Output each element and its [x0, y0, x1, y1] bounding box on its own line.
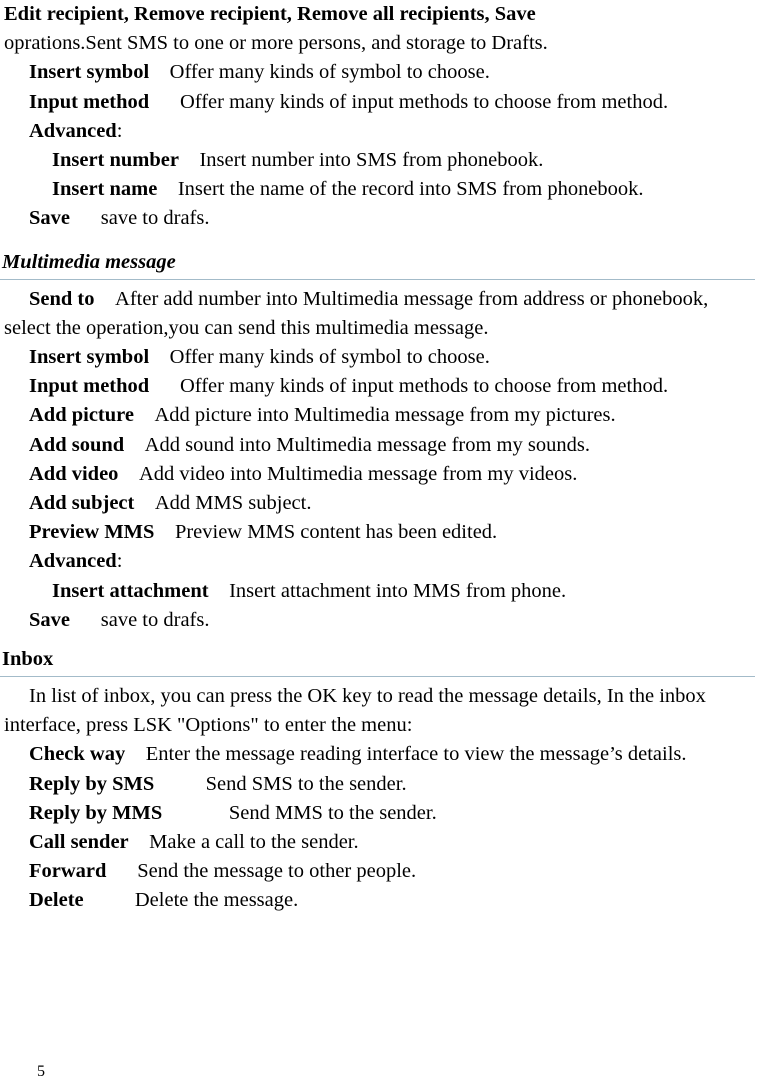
heading-inbox: Inbox: [2, 648, 54, 671]
desc-insert-attachment: Insert attachment into MMS from phone.: [229, 579, 567, 602]
desc-mms-insert-symbol: Offer many kinds of symbol to choose.: [169, 346, 490, 369]
desc-add-subject: Add MMS subject.: [154, 492, 312, 515]
mms-item-add-picture: Add picture Add picture into Multimedia m…: [4, 401, 748, 430]
term-input-method: Input method: [29, 90, 150, 113]
term-reply-by-sms: Reply by SMS: [29, 772, 155, 795]
sms-item-save: Save save to drafs.: [4, 204, 748, 233]
term-insert-number: Insert number: [52, 149, 179, 172]
term-call-sender: Call sender: [29, 831, 129, 854]
desc-add-video: Add video into Multimedia message from m…: [138, 462, 578, 485]
sms-item-input-method: Input method Offer many kinds of input me…: [4, 88, 748, 117]
desc-call-sender: Make a call to the sender.: [149, 831, 359, 854]
term-advanced: Advanced: [29, 119, 117, 142]
term-preview-mms: Preview MMS: [29, 521, 155, 544]
desc-reply-by-mms: Send MMS to the sender.: [228, 801, 437, 824]
term-forward: Forward: [29, 860, 107, 883]
inbox-intro-paragraph: In list of inbox, you can press the OK k…: [4, 685, 706, 737]
desc-delete: Delete the message.: [134, 889, 299, 912]
inbox-item-delete: Delete Delete the message.: [4, 886, 748, 915]
desc-mms-advanced: :: [116, 550, 123, 573]
term-add-sound: Add sound: [29, 433, 125, 456]
sms-item-insert-name: Insert name Insert the name of the record…: [4, 175, 748, 204]
spacer-before-inbox: [0, 635, 762, 644]
desc-insert-name: Insert the name of the record into SMS f…: [177, 178, 644, 201]
desc-forward: Send the message to other people.: [137, 860, 417, 883]
term-add-video: Add video: [29, 462, 119, 485]
term-save-sms: Save: [29, 207, 70, 230]
term-mms-insert-symbol: Insert symbol: [29, 346, 150, 369]
mms-item-add-sound: Add sound Add sound into Multimedia messa…: [4, 431, 748, 460]
mms-item-save: Save save to drafs.: [4, 606, 748, 635]
desc-mms-input-method: Offer many kinds of input methods to cho…: [179, 375, 669, 398]
term-mms-input-method: Input method: [29, 375, 150, 398]
sms-item-advanced: Advanced:: [4, 117, 748, 146]
sms-intro-paragraph: Edit recipient, Remove recipient, Remove…: [4, 0, 748, 58]
term-mms-advanced: Advanced: [29, 550, 117, 573]
term-save-mms: Save: [29, 608, 70, 631]
heading-multimedia-message: Multimedia message: [2, 250, 176, 273]
term-delete: Delete: [29, 889, 84, 912]
term-insert-symbol: Insert symbol: [29, 61, 150, 84]
term-reply-by-mms: Reply by MMS: [29, 801, 163, 824]
sms-intro-rest: oprations.Sent SMS to one or more person…: [4, 32, 548, 55]
mms-item-insert-symbol: Insert symbol Offer many kinds of symbol …: [4, 343, 748, 372]
term-send-to: Send to: [29, 287, 95, 310]
term-check-way: Check way: [29, 743, 126, 766]
page-number: 5: [37, 1063, 45, 1080]
desc-input-method: Offer many kinds of input methods to cho…: [179, 90, 669, 113]
desc-save-sms: save to drafs.: [100, 207, 210, 230]
desc-send-to: After add number into Multimedia message…: [4, 287, 709, 339]
term-add-picture: Add picture: [29, 404, 134, 427]
inbox-item-check-way: Check way Enter the message reading inter…: [4, 740, 748, 769]
desc-advanced: :: [116, 119, 123, 142]
mms-item-send-to: Send to After add number into Multimedia …: [4, 285, 748, 343]
inbox-section: In list of inbox, you can press the OK k…: [0, 682, 762, 916]
mms-item-preview-mms: Preview MMS Preview MMS content has been …: [4, 518, 748, 547]
mms-item-add-video: Add video Add video into Multimedia messa…: [4, 460, 748, 489]
desc-add-picture: Add picture into Multimedia message from…: [154, 404, 616, 427]
mms-item-advanced: Advanced:: [4, 547, 748, 576]
mms-item-input-method: Input method Offer many kinds of input me…: [4, 372, 748, 401]
desc-insert-number: Insert number into SMS from phonebook.: [199, 149, 544, 172]
sms-intro-bold-lead: Edit recipient, Remove recipient, Remove…: [4, 3, 536, 25]
desc-save-mms: save to drafs.: [100, 608, 210, 631]
multimedia-section: Send to After add number into Multimedia …: [0, 285, 762, 635]
term-insert-attachment: Insert attachment: [52, 579, 209, 602]
inbox-item-reply-by-mms: Reply by MMS Send MMS to the sender.: [4, 799, 748, 828]
desc-preview-mms: Preview MMS content has been edited.: [174, 521, 498, 544]
term-add-subject: Add subject: [29, 492, 135, 515]
mms-item-add-subject: Add subject Add MMS subject.: [4, 489, 748, 518]
desc-check-way: Enter the message reading interface to v…: [145, 743, 687, 766]
inbox-item-reply-by-sms: Reply by SMS Send SMS to the sender.: [4, 770, 748, 799]
spacer-before-multimedia: [0, 234, 762, 247]
sms-item-insert-number: Insert number Insert number into SMS from…: [4, 146, 748, 175]
inbox-item-forward: Forward Send the message to other people.: [4, 857, 748, 886]
mms-item-insert-attachment: Insert attachment Insert attachment into …: [4, 577, 748, 606]
desc-insert-symbol: Offer many kinds of symbol to choose.: [169, 61, 490, 84]
sms-item-insert-symbol: Insert symbol Offer many kinds of symbol …: [4, 58, 748, 87]
term-insert-name: Insert name: [52, 178, 158, 201]
inbox-item-call-sender: Call sender Make a call to the sender.: [4, 828, 748, 857]
sms-section: Edit recipient, Remove recipient, Remove…: [0, 0, 762, 234]
desc-reply-by-sms: Send SMS to the sender.: [205, 772, 407, 795]
document-page: Edit recipient, Remove recipient, Remove…: [0, 0, 762, 1086]
desc-add-sound: Add sound into Multimedia message from m…: [144, 433, 590, 456]
